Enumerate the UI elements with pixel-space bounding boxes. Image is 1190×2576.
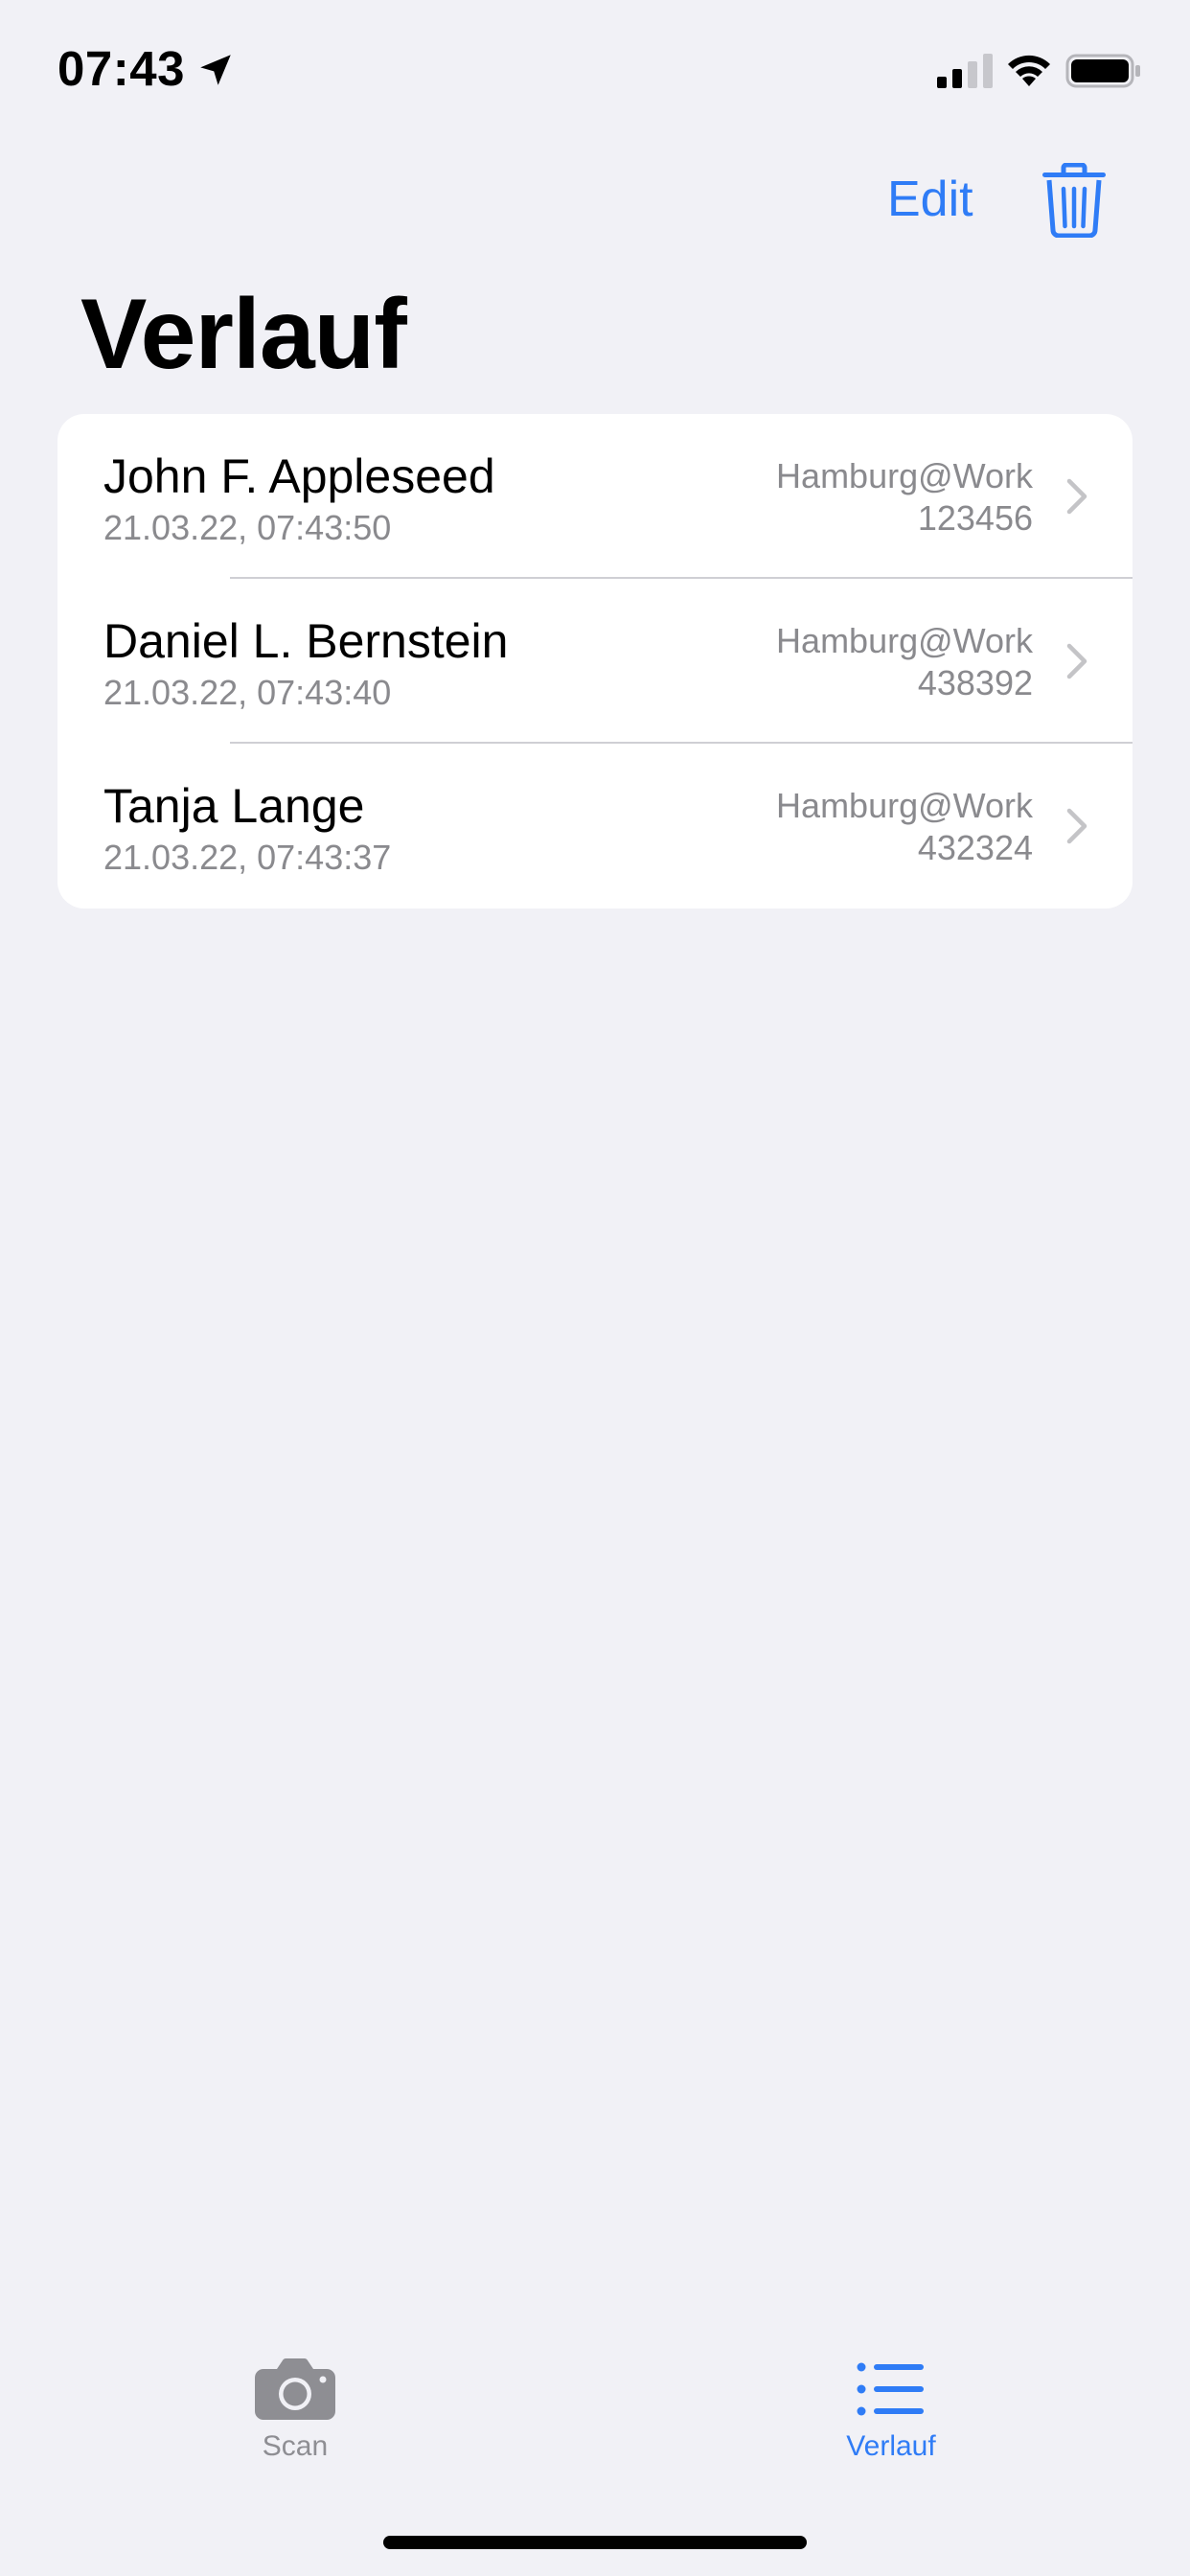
row-timestamp: 21.03.22, 07:43:50 [103,508,392,547]
history-row[interactable]: Daniel L. Bernstein 21.03.22, 07:43:40 H… [57,579,1133,744]
row-location: Hamburg@Work [776,456,1033,495]
wifi-icon [1008,55,1050,86]
row-timestamp: 21.03.22, 07:43:40 [103,673,392,712]
row-location: Hamburg@Work [776,786,1033,825]
list-icon [857,2362,924,2416]
tab-verlauf[interactable]: Verlauf [767,2358,1016,2501]
row-number: 438392 [917,663,1033,702]
history-row[interactable]: John F. Appleseed 21.03.22, 07:43:50 Ham… [57,414,1133,579]
row-name: Tanja Lange [103,779,365,833]
home-indicator [383,2536,807,2549]
delete-all-button[interactable] [1041,162,1108,239]
status-time: 07:43 [57,41,185,96]
chevron-right-icon [1066,808,1087,844]
history-row[interactable]: Tanja Lange 21.03.22, 07:43:37 Hamburg@W… [57,744,1133,908]
tab-label: Verlauf [846,2430,936,2462]
tab-label: Scan [262,2430,329,2462]
status-bar: 07:43 [0,0,1190,144]
row-location: Hamburg@Work [776,621,1033,660]
tab-scan[interactable]: Scan [171,2358,420,2501]
edit-button[interactable]: Edit [887,171,973,228]
row-name: John F. Appleseed [103,449,495,503]
row-timestamp: 21.03.22, 07:43:37 [103,838,392,877]
row-name: Daniel L. Bernstein [103,614,509,668]
camera-icon [255,2358,335,2420]
app-screen: 07:43 Edit Verlauf John F. Appleseed 21.… [0,0,1190,2576]
battery-icon [1065,54,1140,88]
trash-icon [1042,162,1106,239]
page-title: Verlauf [80,279,407,390]
chevron-right-icon [1066,478,1087,515]
history-list: John F. Appleseed 21.03.22, 07:43:50 Ham… [57,414,1133,908]
location-arrow-icon [200,55,231,85]
cellular-signal-icon [937,54,993,88]
row-number: 432324 [917,828,1033,867]
chevron-right-icon [1066,643,1087,679]
row-number: 123456 [917,498,1033,538]
